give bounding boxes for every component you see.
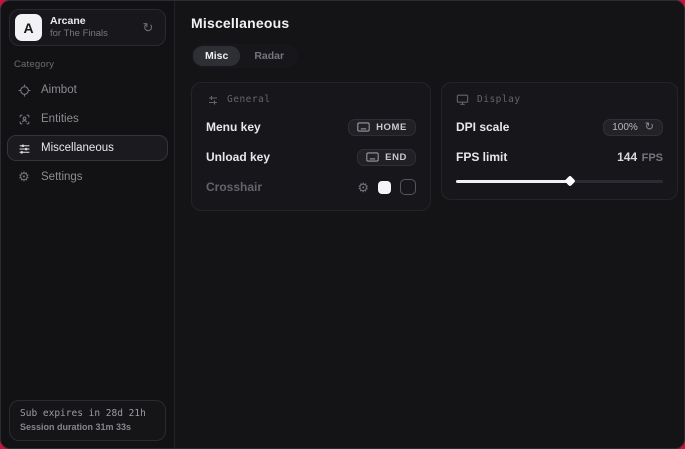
- display-card-header: Display: [456, 93, 663, 106]
- unload-key-label: Unload key: [206, 150, 270, 164]
- sidebar-item-label: Settings: [41, 171, 83, 183]
- display-card-title: Display: [477, 94, 521, 105]
- menu-key-row: Menu key HOME: [206, 118, 416, 136]
- sidebar-item-label: Entities: [41, 113, 79, 125]
- menu-key-bind-button[interactable]: HOME: [348, 119, 416, 136]
- sub-expires-text: Sub expires in 28d 21h: [20, 408, 155, 419]
- dpi-scale-row: DPI scale 100% ↻: [456, 118, 663, 136]
- menu-key-label: Menu key: [206, 120, 261, 134]
- crosshair-icon: [17, 83, 31, 97]
- sidebar-item-aimbot[interactable]: Aimbot: [7, 77, 168, 103]
- fps-limit-label: FPS limit: [456, 150, 507, 164]
- sidebar-item-miscellaneous[interactable]: Miscellaneous: [7, 135, 168, 161]
- app-subtitle: for The Finals: [50, 28, 108, 40]
- page-title: Miscellaneous: [191, 15, 678, 31]
- display-card: Display DPI scale 100% ↻ FPS limit 144 F…: [441, 82, 678, 200]
- sidebar-nav: Aimbot Entities: [1, 77, 174, 190]
- fps-limit-slider[interactable]: [456, 177, 663, 185]
- subscription-status-box: Sub expires in 28d 21h Session duration …: [9, 400, 166, 441]
- gear-icon: ⚙: [17, 170, 31, 184]
- dpi-scale-badge[interactable]: 100% ↻: [603, 119, 663, 136]
- tab-group: Misc Radar: [191, 44, 298, 68]
- crosshair-controls: ⚙: [357, 179, 416, 195]
- app-logo: A: [15, 14, 42, 41]
- entities-scan-icon: [17, 112, 31, 126]
- sidebar: A Arcane for The Finals ↻ Category Aimbo…: [1, 1, 175, 448]
- keyboard-icon: [366, 152, 379, 162]
- tab-radar[interactable]: Radar: [242, 46, 296, 66]
- unload-key-bind-button[interactable]: END: [357, 149, 416, 166]
- profile-card: A Arcane for The Finals ↻: [9, 9, 166, 46]
- sliders-icon: [17, 141, 31, 155]
- crosshair-row: Crosshair ⚙: [206, 178, 416, 196]
- crosshair-checkbox[interactable]: [400, 179, 416, 195]
- category-label: Category: [14, 59, 161, 70]
- dpi-scale-label: DPI scale: [456, 120, 509, 134]
- fps-slider-thumb[interactable]: [564, 175, 575, 186]
- unload-key-value: END: [385, 152, 407, 163]
- profile-names: Arcane for The Finals: [50, 15, 108, 40]
- general-card: General Menu key HOME Unload key: [191, 82, 431, 211]
- app-window: A Arcane for The Finals ↻ Category Aimbo…: [0, 0, 685, 449]
- app-name: Arcane: [50, 15, 108, 28]
- sidebar-item-label: Aimbot: [41, 84, 77, 96]
- fps-limit-value: 144: [617, 150, 637, 164]
- cards-row: General Menu key HOME Unload key: [191, 82, 678, 211]
- sidebar-item-label: Miscellaneous: [41, 142, 114, 154]
- crosshair-label: Crosshair: [206, 180, 262, 194]
- sidebar-item-settings[interactable]: ⚙ Settings: [7, 164, 168, 190]
- sidebar-item-entities[interactable]: Entities: [7, 106, 168, 132]
- fps-limit-row: FPS limit 144 FPS: [456, 148, 663, 166]
- menu-key-value: HOME: [376, 122, 407, 133]
- keyboard-icon: [357, 122, 370, 132]
- fps-slider-fill: [456, 180, 570, 183]
- fps-limit-unit: FPS: [642, 152, 663, 164]
- monitor-icon: [456, 93, 469, 106]
- crosshair-color-swatch[interactable]: [378, 181, 391, 194]
- main-content: Miscellaneous Misc Radar General: [175, 1, 685, 448]
- session-duration-text: Session duration 31m 33s: [20, 422, 155, 432]
- sync-icon[interactable]: ↻: [140, 20, 156, 36]
- sliders-icon: [206, 93, 219, 106]
- fps-limit-value-group: 144 FPS: [617, 148, 663, 166]
- unload-key-row: Unload key END: [206, 148, 416, 166]
- tab-misc[interactable]: Misc: [193, 46, 240, 66]
- crosshair-settings-gear-icon[interactable]: ⚙: [357, 181, 369, 194]
- dpi-reset-icon[interactable]: ↻: [645, 122, 654, 133]
- dpi-scale-value: 100%: [612, 122, 638, 133]
- general-card-header: General: [206, 93, 416, 106]
- general-card-title: General: [227, 94, 271, 105]
